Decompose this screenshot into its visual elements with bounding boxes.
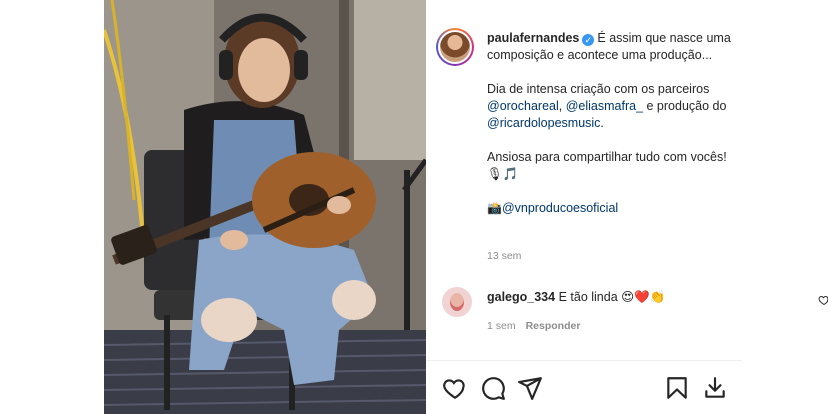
avatar-frame [438, 30, 472, 64]
post-side-panel: paulafernandes ✓ É assim que nasce uma com… [426, 0, 828, 414]
comment-text: galego_334 E tão linda 😍❤️👏 [487, 289, 665, 305]
download-button[interactable] [702, 375, 728, 401]
mention-link-ricardolopesmusic[interactable]: @ricardolopesmusic [487, 116, 600, 130]
post-caption: paulafernandes ✓ É assim que nasce uma com… [487, 30, 732, 217]
comment-button[interactable] [480, 375, 506, 401]
share-icon [518, 377, 542, 400]
commenter-avatar[interactable] [442, 287, 472, 317]
caption-text: Dia de intensa criação com os parceiros [487, 82, 710, 96]
author-avatar-image [440, 32, 470, 62]
like-button[interactable] [442, 375, 468, 401]
caption-text: e produção do [643, 99, 727, 113]
caption-period: . [600, 116, 604, 130]
heart-icon [443, 379, 465, 400]
camera-emoji: 📸 [487, 201, 502, 215]
author-username[interactable]: paulafernandes [487, 31, 579, 45]
like-comment-heart-icon[interactable] [818, 294, 828, 306]
divider [426, 360, 742, 361]
caption-first-paragraph: paulafernandes ✓ É assim que nasce uma com… [487, 30, 732, 64]
mention-link-vnproducoesoficial[interactable]: @vnproducoesoficial [502, 201, 618, 215]
post-image[interactable] [104, 0, 426, 414]
comment-meta: 1 sem Responder [487, 320, 580, 332]
commenter-username[interactable]: galego_334 [487, 290, 555, 304]
caption-second-paragraph: Dia de intensa criação com os parceiros … [487, 81, 732, 132]
author-avatar[interactable] [436, 28, 474, 66]
comment-icon [482, 377, 505, 400]
save-icon [667, 377, 687, 399]
post-photo-musician [104, 0, 426, 414]
caption-separator: , [558, 99, 566, 113]
save-button[interactable] [664, 375, 690, 401]
download-icon [705, 377, 725, 398]
verified-badge-icon: ✓ [582, 34, 595, 46]
mention-link-eliasmafra[interactable]: @eliasmafra_ [566, 99, 643, 113]
instagram-post: paulafernandes ✓ É assim que nasce uma com… [104, 0, 828, 414]
mention-link-orochareal[interactable]: @orochareal [487, 99, 559, 113]
comment-body: E tão linda 😍❤️👏 [558, 290, 666, 304]
share-button[interactable] [517, 375, 543, 401]
comment-timestamp[interactable]: 1 sem [487, 320, 516, 332]
reply-button[interactable]: Responder [526, 320, 581, 332]
caption-third-paragraph: Ansiosa para compartilhar tudo com vocês… [487, 150, 727, 181]
caption-fourth-paragraph: 📸@vnproducoesoficial [487, 200, 732, 217]
post-timestamp[interactable]: 13 sem [487, 250, 521, 262]
